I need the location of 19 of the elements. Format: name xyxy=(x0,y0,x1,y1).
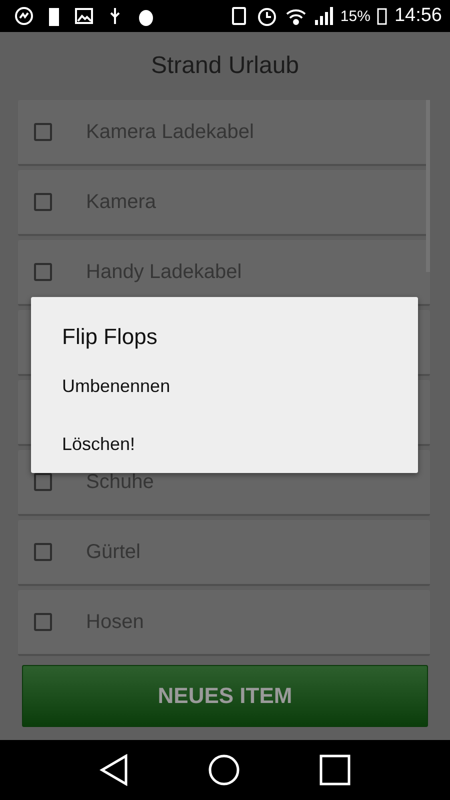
back-icon[interactable] xyxy=(99,754,130,786)
battery-percent: 15% xyxy=(340,8,370,24)
list-title: Strand Urlaub xyxy=(150,52,300,80)
image-icon xyxy=(74,6,94,26)
alarm-icon xyxy=(256,6,278,26)
checkbox[interactable] xyxy=(34,193,52,211)
recents-icon[interactable] xyxy=(318,754,351,786)
checkbox[interactable] xyxy=(34,613,52,631)
clock-time: 14:56 xyxy=(394,5,442,27)
checkbox[interactable] xyxy=(34,123,52,141)
sync-icon xyxy=(14,6,34,26)
usb-icon xyxy=(108,6,122,26)
menu-option[interactable]: Umbenennen xyxy=(62,358,418,416)
checkbox[interactable] xyxy=(34,263,52,281)
signal-icon xyxy=(314,6,334,26)
dialog-title: Flip Flops xyxy=(62,324,158,351)
new-item-button[interactable]: NEUES ITEM xyxy=(22,665,428,727)
checkbox[interactable] xyxy=(34,543,52,561)
home-icon[interactable] xyxy=(208,754,240,786)
